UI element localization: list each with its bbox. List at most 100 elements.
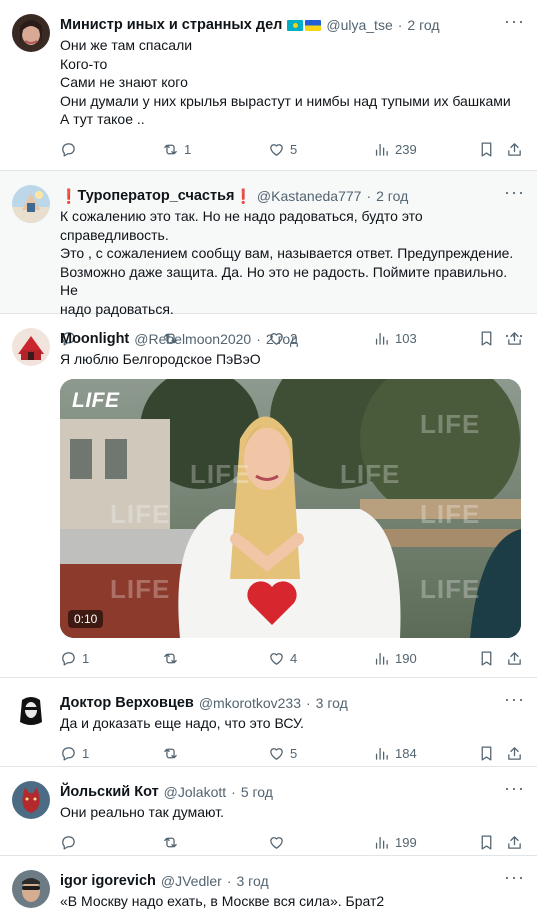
more-options-icon[interactable]: ···	[504, 183, 525, 201]
dot-separator: ·	[366, 188, 372, 204]
author-name[interactable]: Доктор Верховцев	[60, 695, 194, 711]
reply-tweet[interactable]: igor igorevich @JVedler · 3 год ··· «В М…	[0, 856, 537, 912]
share-button[interactable]	[506, 141, 523, 158]
tweet-text: Они же там спасали Кого-то Сами не знают…	[60, 36, 525, 129]
share-icon	[508, 651, 521, 665]
author-handle[interactable]: @JVedler	[161, 873, 222, 889]
retweet-icon	[164, 837, 177, 847]
more-options-icon[interactable]: ···	[504, 326, 525, 344]
author-name[interactable]: Туроператор_счастья	[77, 188, 234, 204]
author-name[interactable]: Йольский Кот	[60, 784, 159, 800]
views-button[interactable]: 184	[373, 745, 417, 762]
reply-button[interactable]: 1	[60, 745, 89, 762]
bookmark-icon	[481, 745, 492, 761]
watermark: LIFE	[420, 498, 481, 529]
author-handle[interactable]: @Rebelmoon2020	[134, 331, 251, 347]
watermark: LIFE	[340, 458, 401, 489]
watermark: LIFE	[190, 458, 251, 489]
ukraine-flag-icon	[305, 19, 322, 31]
video-player[interactable]: LIFE LIFE LIFE LIFE LIFE LIFE LIFE LIFE …	[60, 378, 521, 638]
text-line: «В Москву надо ехать, в Москве вся сила»…	[60, 893, 385, 909]
retweet-button[interactable]	[162, 834, 184, 851]
retweet-button[interactable]	[162, 650, 184, 667]
reply-icon	[62, 651, 75, 666]
tweet-actions: 199	[60, 834, 525, 856]
retweet-icon	[164, 144, 177, 154]
reply-tweet[interactable]: Министр иных и странных дел @ulya_tse · …	[0, 0, 537, 171]
views-button[interactable]: 239	[373, 141, 417, 158]
like-button[interactable]	[268, 834, 290, 851]
more-options-icon[interactable]: ···	[504, 12, 525, 30]
author-name[interactable]: Moonlight	[60, 331, 129, 347]
text-line: Они же там спасали	[60, 37, 193, 53]
avatar[interactable]	[12, 692, 50, 730]
author-handle[interactable]: @Jolakott	[164, 784, 226, 800]
bookmark-button[interactable]	[478, 141, 495, 158]
tweet-time[interactable]: 3 год	[316, 695, 348, 711]
avatar[interactable]	[12, 870, 50, 908]
reply-tweet[interactable]: Moonlight @Rebelmoon2020 · 2 год ··· Я л…	[0, 314, 537, 678]
bookmark-button[interactable]	[478, 650, 495, 667]
reply-tweet[interactable]: ❗ Туроператор_счастья ❗ @Kastaneda777 · …	[0, 171, 537, 346]
views-button[interactable]: 190	[373, 650, 417, 667]
author-handle[interactable]: @ulya_tse	[326, 17, 392, 33]
watermark: LIFE	[420, 573, 481, 604]
author-name[interactable]: Министр иных и странных дел	[60, 17, 282, 33]
video-duration: 0:10	[68, 609, 104, 628]
reply-tweet[interactable]: Доктор Верховцев @mkorotkov233 · 3 год ·…	[0, 678, 537, 767]
reply-button[interactable]	[60, 141, 82, 158]
tweet-time[interactable]: 2 год	[376, 188, 408, 204]
more-options-icon[interactable]: ···	[504, 868, 525, 886]
bookmark-icon	[481, 650, 492, 666]
bookmark-button[interactable]	[478, 745, 495, 762]
avatar[interactable]	[12, 185, 50, 223]
like-button[interactable]: 4	[268, 650, 297, 667]
tweet-time[interactable]: 2 год	[266, 331, 298, 347]
reply-tweet[interactable]: Йольский Кот @Jolakott · 5 год ··· Они р…	[0, 767, 537, 856]
avatar[interactable]	[12, 328, 50, 366]
author-flags	[287, 19, 322, 31]
dot-separator: ·	[226, 873, 232, 889]
share-button[interactable]	[506, 834, 523, 851]
dot-separator: ·	[306, 695, 311, 711]
more-options-icon[interactable]: ···	[504, 690, 525, 708]
tweet-time[interactable]: 2 год	[407, 17, 439, 33]
tweet-time[interactable]: 5 год	[241, 784, 273, 800]
retweet-count: 1	[184, 141, 192, 157]
reply-icon	[62, 142, 75, 157]
share-icon	[508, 835, 521, 849]
text-line: А тут такое ..	[60, 111, 145, 127]
text-line: Сами не знают кого	[60, 74, 188, 90]
heart-icon	[270, 143, 283, 156]
retweet-button[interactable]	[162, 745, 184, 762]
like-count: 5	[290, 141, 298, 157]
share-button[interactable]	[506, 745, 523, 762]
retweet-button[interactable]: 1	[162, 141, 191, 158]
tweet-actions: 1 5 239	[60, 141, 525, 163]
tweet-actions: 1 4 190	[60, 650, 525, 672]
reply-button[interactable]: 1	[60, 650, 89, 667]
text-line: Да и доказать еще надо, что это ВСУ.	[60, 715, 304, 731]
dot-separator: ·	[231, 784, 236, 800]
author-handle[interactable]: @Kastaneda777	[257, 188, 362, 204]
like-button[interactable]: 5	[268, 141, 297, 158]
share-icon	[508, 142, 521, 156]
reply-button[interactable]	[60, 834, 82, 851]
like-button[interactable]: 5	[268, 745, 297, 762]
avatar[interactable]	[12, 14, 50, 52]
reply-count: 1	[82, 650, 90, 666]
retweet-icon	[164, 653, 177, 663]
author-name[interactable]: igor igorevich	[60, 873, 156, 889]
more-options-icon[interactable]: ···	[504, 779, 525, 797]
views-chart-icon	[375, 747, 388, 760]
replies-feed: Министр иных и странных дел @ulya_tse · …	[0, 0, 537, 912]
author-handle[interactable]: @mkorotkov233	[199, 695, 301, 711]
tweet-time[interactable]: 3 год	[236, 873, 268, 889]
views-button[interactable]: 199	[373, 834, 417, 851]
bookmark-button[interactable]	[478, 834, 495, 851]
share-button[interactable]	[506, 650, 523, 667]
avatar[interactable]	[12, 781, 50, 819]
tweet-text: Да и доказать еще надо, что это ВСУ.	[60, 714, 525, 733]
text-line: Я люблю Белгородское ПэВэО	[60, 351, 261, 367]
bookmark-icon	[481, 141, 492, 157]
